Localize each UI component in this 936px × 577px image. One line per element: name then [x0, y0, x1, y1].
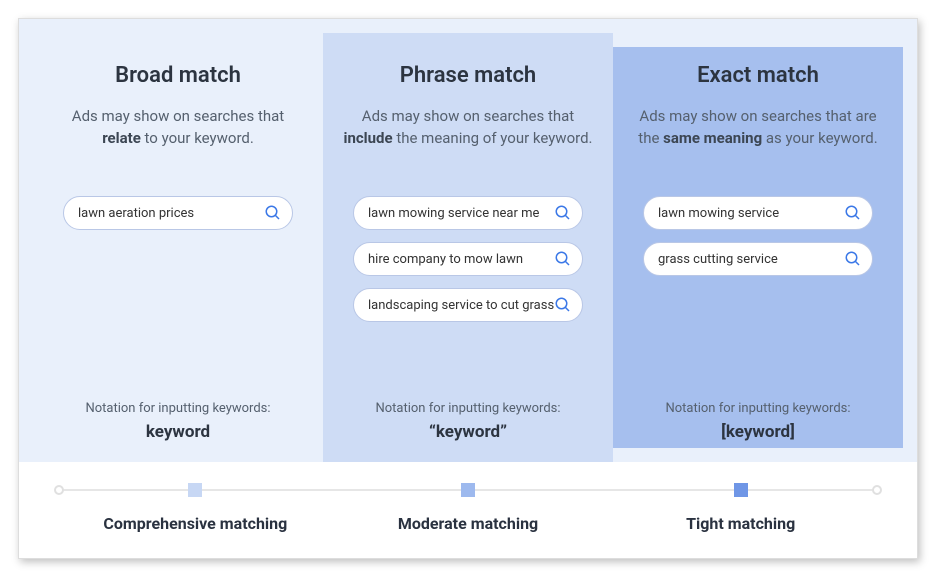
search-pill: lawn aeration prices — [63, 196, 293, 230]
panel-title: Phrase match — [337, 63, 599, 88]
panel-broad-match: Broad match Ads may show on searches tha… — [33, 33, 323, 462]
search-icon — [554, 204, 572, 222]
search-pill: lawn mowing service — [643, 196, 873, 230]
notation-value: “keyword” — [337, 422, 599, 442]
axis-tick-broad — [188, 483, 202, 497]
example-searches: lawn mowing service near me hire company… — [337, 196, 599, 336]
example-searches: lawn aeration prices — [47, 196, 309, 336]
axis-label-phrase: Moderate matching — [332, 514, 605, 533]
panel-description: Ads may show on searches that are the sa… — [627, 106, 889, 176]
search-icon — [554, 250, 572, 268]
search-pill: grass cutting service — [643, 242, 873, 276]
search-text: lawn aeration prices — [78, 206, 194, 221]
search-pill: hire company to mow lawn — [353, 242, 583, 276]
spectrum-axis — [59, 484, 877, 496]
notation-label: Notation for inputting keywords: — [627, 401, 889, 416]
axis-tick-phrase — [461, 483, 475, 497]
axis-endcap-left — [54, 485, 64, 495]
example-searches: lawn mowing service grass cutting servic… — [627, 196, 889, 336]
search-icon — [844, 250, 862, 268]
panel-phrase-match: Phrase match Ads may show on searches th… — [323, 33, 613, 462]
match-types-diagram: Broad match Ads may show on searches tha… — [18, 18, 918, 559]
notation-label: Notation for inputting keywords: — [337, 401, 599, 416]
axis-label-broad: Comprehensive matching — [59, 514, 332, 533]
search-pill: lawn mowing service near me — [353, 196, 583, 230]
search-text: lawn mowing service — [658, 206, 779, 221]
search-text: lawn mowing service near me — [368, 206, 539, 221]
panel-title: Exact match — [627, 63, 889, 88]
search-text: hire company to mow lawn — [368, 252, 523, 267]
axis-tick-exact — [734, 483, 748, 497]
panel-description: Ads may show on searches that relate to … — [47, 106, 309, 176]
axis-endcap-right — [872, 485, 882, 495]
matching-spectrum: Comprehensive matching Moderate matching… — [19, 462, 917, 558]
search-icon — [264, 204, 282, 222]
axis-labels: Comprehensive matching Moderate matching… — [59, 514, 877, 533]
panel-title: Broad match — [47, 63, 309, 88]
notation-label: Notation for inputting keywords: — [47, 401, 309, 416]
axis-label-exact: Tight matching — [604, 514, 877, 533]
panels-row: Broad match Ads may show on searches tha… — [19, 19, 917, 462]
search-pill: landscaping service to cut grass — [353, 288, 583, 322]
search-icon — [554, 296, 572, 314]
search-text: landscaping service to cut grass — [368, 298, 554, 313]
panel-exact-match: Exact match Ads may show on searches tha… — [613, 47, 903, 448]
search-icon — [844, 204, 862, 222]
panel-description: Ads may show on searches that include th… — [337, 106, 599, 176]
notation-value: [keyword] — [627, 422, 889, 442]
search-text: grass cutting service — [658, 252, 778, 267]
notation-value: keyword — [47, 422, 309, 442]
